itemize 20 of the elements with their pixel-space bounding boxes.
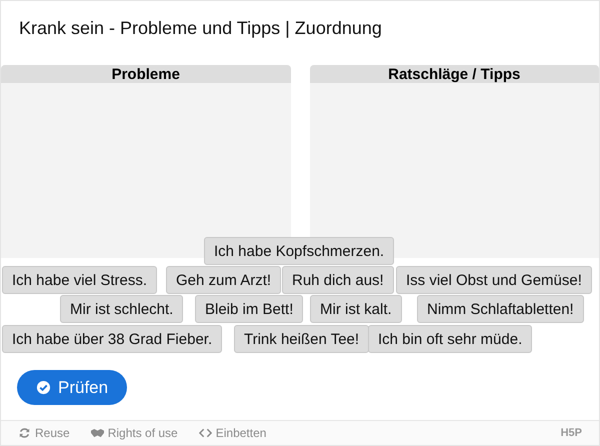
draggable-item[interactable]: Bleib im Bett! bbox=[195, 295, 304, 323]
draggable-item[interactable]: Mir ist kalt. bbox=[310, 295, 402, 323]
drop-zone-header: Ratschläge / Tipps bbox=[310, 65, 599, 83]
draggable-item[interactable]: Trink heißen Tee! bbox=[234, 325, 370, 353]
refresh-icon bbox=[18, 427, 31, 439]
draggable-item[interactable]: Mir ist schlecht. bbox=[60, 295, 184, 323]
draggable-item[interactable]: Geh zum Arzt! bbox=[166, 266, 282, 294]
draggable-item[interactable]: Nimm Schlaftabletten! bbox=[417, 295, 584, 323]
code-icon bbox=[198, 427, 212, 439]
draggable-item[interactable]: Iss viel Obst und Gemüse! bbox=[396, 266, 592, 294]
draggable-item[interactable]: Ich habe viel Stress. bbox=[2, 266, 158, 294]
check-circle-icon bbox=[36, 380, 51, 395]
draggable-item[interactable]: Ruh dich aus! bbox=[282, 266, 394, 294]
draggable-item[interactable]: Ich bin oft sehr müde. bbox=[368, 325, 532, 353]
drop-zone-header: Probleme bbox=[1, 65, 290, 83]
page-title: Krank sein - Probleme und Tipps | Zuordnung bbox=[18, 17, 383, 40]
draggable-item[interactable]: Ich habe Kopfschmerzen. bbox=[204, 237, 394, 265]
draggable-item[interactable]: Ich habe über 38 Grad Fieber. bbox=[2, 325, 222, 353]
check-button[interactable]: Prüfen bbox=[17, 370, 128, 405]
logo: H5P bbox=[560, 427, 582, 439]
